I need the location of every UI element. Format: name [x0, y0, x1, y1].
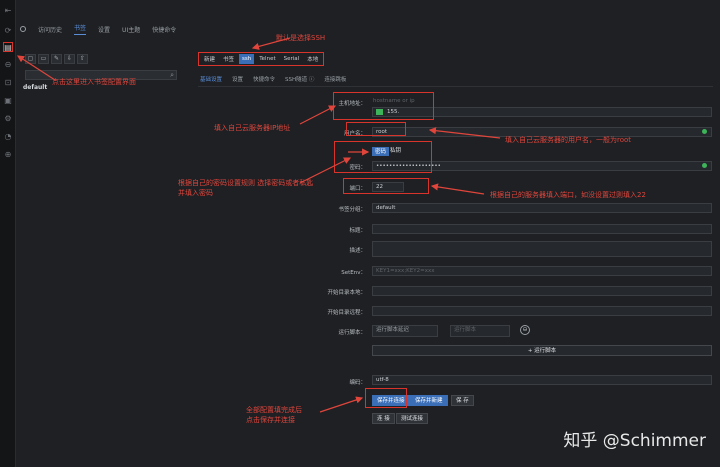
password-status-icon — [702, 163, 707, 168]
encode-label: 编码： — [349, 380, 366, 386]
tab-quick-commands[interactable]: 快捷命令 — [152, 25, 176, 34]
note-fill-port: 根据自己的服务器填入端口，如没设置过则填入22 — [490, 191, 646, 199]
encode-select[interactable]: utf-8 — [372, 375, 712, 385]
tab-bookmarks[interactable]: 书签 — [74, 23, 87, 35]
user-highlight-box — [346, 122, 406, 136]
start-local-input[interactable] — [372, 286, 712, 296]
note-click-bookmark: 点击这里进入书签配置界面 — [52, 78, 136, 86]
minus-icon[interactable]: ⊖ — [3, 60, 13, 70]
export-icon[interactable]: ⇧ — [77, 54, 88, 64]
start-local-label: 开始目录本地： — [327, 290, 366, 296]
host-highlight-box — [333, 92, 434, 120]
type-ssh[interactable]: ssh — [239, 54, 255, 64]
run-script-label: 运行脚本： — [338, 330, 366, 336]
note-fill-ip: 填入自己云服务器IP地址 — [214, 124, 291, 132]
start-remote-label: 开始目录远程： — [327, 310, 366, 316]
user-status-icon — [702, 129, 707, 134]
connection-type-bar: 新建 书签 ssh Telnet Serial 本地 — [198, 52, 325, 66]
history-dot-icon — [20, 26, 26, 32]
tree-toolbar: ▢ ▭ ✎ ⇩ ⇧ — [25, 54, 88, 64]
new-folder-icon[interactable]: ▭ — [38, 54, 49, 64]
save-new-button[interactable]: 保存并新建 — [410, 395, 448, 406]
note-fill-user: 填入自己云服务器的用户名，一般为root — [505, 136, 632, 144]
save-button[interactable]: 保 存 — [451, 395, 474, 406]
note-choose-auth-1: 根据自己的密码设置规则 选择密码或者私匙 — [178, 179, 314, 187]
icon-rail: ⇤ ⟳ ▤ ⊖ ⊡ ▣ ⚙ ◔ ⊕ — [0, 0, 16, 467]
desc-label: 描述： — [349, 248, 366, 254]
arrow-save — [319, 396, 364, 413]
window-icon[interactable]: ▣ — [3, 96, 13, 106]
collapse-icon[interactable]: ⇤ — [3, 6, 13, 16]
arrow-port — [430, 183, 485, 195]
gear-icon[interactable]: ⚙ — [3, 114, 13, 124]
bookmark-tree-panel: ▢ ▭ ✎ ⇩ ⇧ ⌕ default — [17, 50, 177, 467]
title-input[interactable] — [372, 224, 712, 234]
plus-circle-icon[interactable]: ⊕ — [3, 150, 13, 160]
import-icon[interactable]: ⇩ — [64, 54, 75, 64]
bookmark-icon[interactable]: ▤ — [3, 42, 13, 52]
title-label: 标题： — [349, 228, 366, 234]
screen-icon[interactable]: ⊡ — [3, 78, 13, 88]
watermark: 知乎 @Schimmer — [563, 431, 706, 451]
note-save-2: 点击保存并连接 — [246, 416, 295, 424]
tab-ui-theme[interactable]: UI主题 — [122, 25, 140, 34]
app-window: ⇤ ⟳ ▤ ⊖ ⊡ ▣ ⚙ ◔ ⊕ 访问历史 书签 设置 UI主题 快捷命令 ▢… — [0, 0, 720, 467]
save-highlight-box — [365, 388, 407, 408]
top-tabs: 访问历史 书签 设置 UI主题 快捷命令 — [20, 22, 176, 36]
setenv-label: SetEnv： — [341, 270, 366, 276]
note-choose-auth-2: 并填入密码 — [178, 189, 213, 197]
parent-select[interactable]: default — [372, 203, 712, 213]
add-run-script-button[interactable]: + 运行脚本 — [372, 345, 712, 356]
type-new[interactable]: 新建 — [201, 53, 218, 65]
type-local[interactable]: 本地 — [304, 53, 321, 65]
run-script-delay-input[interactable]: 运行脚本延迟 — [372, 325, 438, 337]
parent-label: 书签分组： — [338, 207, 366, 213]
new-bookmark-icon[interactable]: ▢ — [25, 54, 36, 64]
search-icon: ⌕ — [170, 71, 174, 79]
type-serial[interactable]: Serial — [281, 54, 303, 64]
tab-settings[interactable]: 设置 — [98, 25, 110, 34]
divider — [198, 86, 713, 87]
test-connection-button[interactable]: 测试连接 — [396, 413, 429, 424]
start-remote-input[interactable] — [372, 306, 712, 316]
run-script-cmd-input[interactable]: 运行脚本 — [450, 325, 510, 337]
tab-history[interactable]: 访问历史 — [38, 25, 62, 34]
port-highlight-box — [343, 178, 429, 194]
type-telnet[interactable]: Telnet — [256, 54, 278, 64]
connect-button[interactable]: 连 接 — [372, 413, 395, 424]
note-default-ssh: 默认是选择SSH — [276, 34, 326, 42]
desc-textarea[interactable] — [372, 241, 712, 257]
edit-icon[interactable]: ✎ — [51, 54, 62, 64]
note-save-1: 全部配置填完成后 — [246, 406, 302, 414]
remove-script-icon[interactable]: ⊖ — [520, 325, 530, 335]
arrow-ip — [299, 105, 337, 125]
tree-node-default[interactable]: default — [23, 84, 47, 91]
type-bookmark[interactable]: 书签 — [220, 53, 237, 65]
setenv-input[interactable]: KEY1=xxx;KEY2=xxx — [372, 266, 712, 276]
history-icon[interactable]: ⟳ — [3, 26, 13, 36]
theme-icon[interactable]: ◔ — [3, 132, 13, 142]
password-highlight-box — [334, 141, 432, 173]
